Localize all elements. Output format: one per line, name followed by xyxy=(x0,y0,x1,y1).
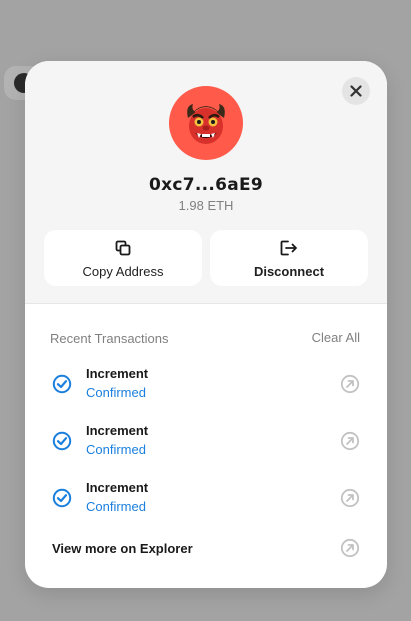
clear-all-button[interactable]: Clear All xyxy=(312,330,360,345)
wallet-address: 0xc7...6aE9 xyxy=(148,175,264,195)
avatar xyxy=(169,86,243,160)
transaction-row: Increment Confirmed xyxy=(25,364,387,404)
logout-icon xyxy=(280,240,297,256)
copy-icon xyxy=(115,240,131,256)
transaction-title: Increment xyxy=(86,366,149,381)
transaction-row: Increment Confirmed xyxy=(25,421,387,461)
transaction-status: Confirmed xyxy=(86,442,146,457)
transactions-title: Recent Transactions xyxy=(50,331,169,346)
view-on-explorer-link[interactable]: View more on Explorer xyxy=(25,537,387,561)
external-link-icon[interactable] xyxy=(340,374,360,394)
external-link-icon[interactable] xyxy=(340,431,360,451)
close-button[interactable] xyxy=(342,77,370,105)
account-modal: 0xc7...6aE9 1.98 ETH Copy Address Discon… xyxy=(25,61,387,588)
explorer-label: View more on Explorer xyxy=(52,541,193,556)
copy-address-button[interactable]: Copy Address xyxy=(44,230,202,286)
transaction-status: Confirmed xyxy=(86,385,146,400)
disconnect-button[interactable]: Disconnect xyxy=(210,230,368,286)
copy-address-label: Copy Address xyxy=(82,264,164,279)
check-circle-icon xyxy=(52,374,72,394)
external-link-icon xyxy=(340,538,360,558)
transaction-title: Increment xyxy=(86,423,149,438)
transaction-title: Increment xyxy=(86,480,149,495)
check-circle-icon xyxy=(52,431,72,451)
close-icon xyxy=(350,85,362,97)
account-header: 0xc7...6aE9 1.98 ETH Copy Address Discon… xyxy=(25,61,387,304)
transactions-header: Recent Transactions Clear All xyxy=(25,329,387,349)
wallet-balance: 1.98 ETH xyxy=(178,198,234,213)
external-link-icon[interactable] xyxy=(340,488,360,508)
disconnect-label: Disconnect xyxy=(253,264,325,279)
check-circle-icon xyxy=(52,488,72,508)
transaction-status: Confirmed xyxy=(86,499,146,514)
transaction-row: Increment Confirmed xyxy=(25,478,387,518)
red-oni-mask-icon xyxy=(187,104,225,144)
